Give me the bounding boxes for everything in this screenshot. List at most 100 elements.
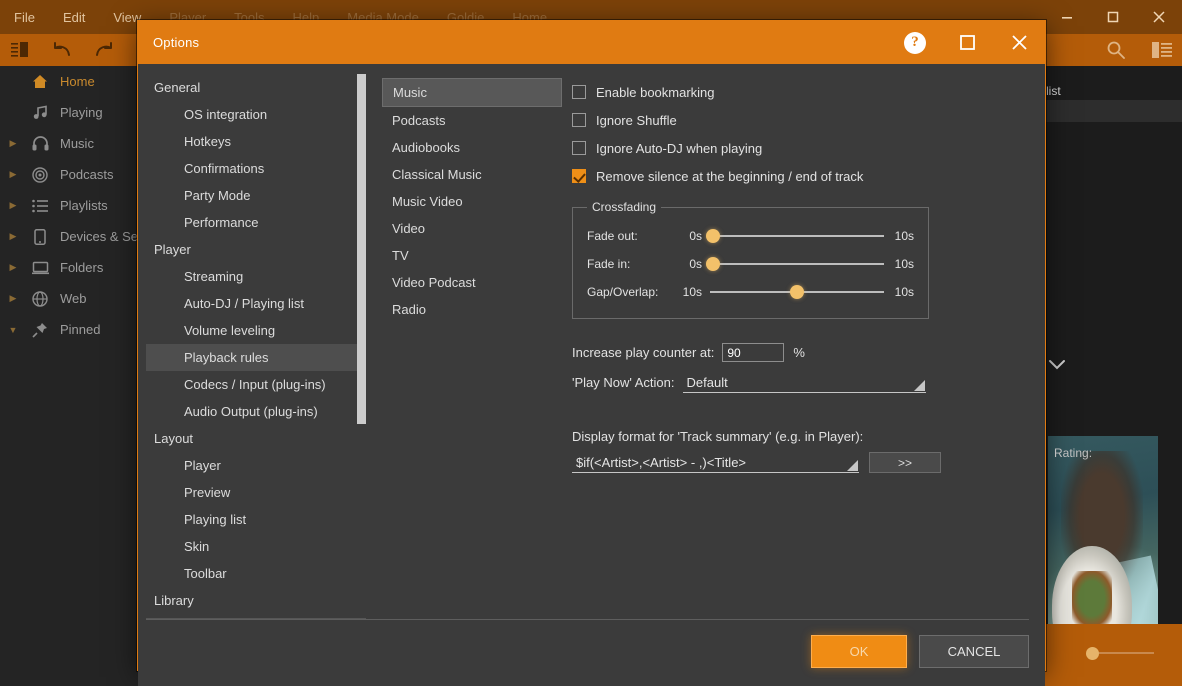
category-podcasts[interactable]: Podcasts (382, 107, 562, 134)
nav-scrollbar-thumb[interactable] (357, 74, 366, 424)
checkbox-label: Remove silence at the beginning / end of… (596, 169, 863, 184)
seek-track[interactable] (1098, 652, 1154, 654)
expand-arrow-icon[interactable]: ▶ (6, 262, 20, 273)
category-classical-music[interactable]: Classical Music (382, 161, 562, 188)
checkbox-enable-bookmarking[interactable]: Enable bookmarking (572, 78, 1037, 106)
category-music-video[interactable]: Music Video (382, 188, 562, 215)
footer-buttons: OK CANCEL (811, 635, 1029, 668)
nav-item-player[interactable]: Player (146, 236, 366, 263)
nav-item-layout[interactable]: Layout (146, 425, 366, 452)
nav-item-volume-leveling[interactable]: Volume leveling (146, 317, 366, 344)
slider-row-gap-overlap: Gap/Overlap: 10s 10s (587, 278, 914, 306)
minimize-button[interactable] (1044, 0, 1090, 34)
play-counter-input[interactable] (722, 343, 784, 362)
collapse-arrow-icon[interactable]: ▼ (6, 325, 20, 335)
checkbox-remove-silence[interactable]: Remove silence at the beginning / end of… (572, 162, 1037, 190)
nav-item-performance[interactable]: Performance (146, 209, 366, 236)
undo-icon[interactable] (52, 40, 72, 60)
nav-item-general[interactable]: General (146, 74, 366, 101)
nav-item-playing-list[interactable]: Playing list (146, 506, 366, 533)
nav-label: Performance (184, 215, 258, 230)
slider-thumb[interactable] (790, 285, 804, 299)
dialog-title: Options (138, 35, 199, 50)
help-button[interactable]: ? (893, 21, 937, 64)
menu-edit[interactable]: Edit (63, 10, 85, 25)
nav-scrollbar[interactable] (357, 74, 366, 619)
nav-item-streaming[interactable]: Streaming (146, 263, 366, 290)
category-radio[interactable]: Radio (382, 296, 562, 323)
redo-icon[interactable] (94, 40, 114, 60)
slider-max-label: 10s (884, 285, 914, 299)
expand-arrow-icon[interactable]: ▶ (6, 138, 20, 149)
close-button[interactable] (1136, 0, 1182, 34)
expand-arrow-icon[interactable]: ▶ (6, 200, 20, 211)
expand-arrow-icon[interactable]: ▶ (6, 231, 20, 242)
dialog-titlebar-controls: ? (893, 21, 1041, 64)
category-music[interactable]: Music (382, 78, 562, 107)
nav-item-audio-output[interactable]: Audio Output (plug-ins) (146, 398, 366, 425)
globe-icon (29, 289, 51, 309)
checkbox-box[interactable] (572, 85, 586, 99)
track-summary-row: $if(<Artist>,<Artist> - ,)<Title> >> (572, 452, 1037, 473)
nav-item-layout-player[interactable]: Player (146, 452, 366, 479)
media-type-list: Music Podcasts Audiobooks Classical Musi… (366, 74, 562, 619)
slider-thumb[interactable] (706, 229, 720, 243)
pin-icon (29, 320, 51, 340)
search-icon[interactable] (1106, 40, 1126, 60)
nav-item-os-integration[interactable]: OS integration (146, 101, 366, 128)
nav-label: Auto-DJ / Playing list (184, 296, 304, 311)
category-video[interactable]: Video (382, 215, 562, 242)
footer-divider (146, 619, 1029, 620)
checkbox-box[interactable] (572, 141, 586, 155)
maximize-button[interactable] (1090, 0, 1136, 34)
menu-file[interactable]: File (14, 10, 35, 25)
nav-item-party-mode[interactable]: Party Mode (146, 182, 366, 209)
chevron-down-icon[interactable] (847, 460, 858, 471)
track-summary-browse-button[interactable]: >> (869, 452, 941, 473)
sidebar-item-label: Music (60, 136, 94, 151)
list-row[interactable] (1040, 100, 1182, 122)
chevron-down-icon[interactable] (914, 380, 925, 391)
nav-item-hotkeys[interactable]: Hotkeys (146, 128, 366, 155)
checkbox-box[interactable] (572, 113, 586, 127)
nav-item-toolbar[interactable]: Toolbar (146, 560, 366, 587)
list-label: list (1046, 84, 1061, 98)
track-summary-field[interactable]: $if(<Artist>,<Artist> - ,)<Title> (572, 452, 859, 473)
fade-in-slider[interactable] (710, 254, 884, 274)
category-tv[interactable]: TV (382, 242, 562, 269)
slider-row-fade-in: Fade in: 0s 10s (587, 250, 914, 278)
gap-overlap-slider[interactable] (710, 282, 884, 302)
nav-item-skin[interactable]: Skin (146, 533, 366, 560)
nav-item-library[interactable]: Library (146, 587, 366, 614)
nav-item-preview[interactable]: Preview (146, 479, 366, 506)
checkbox-box[interactable] (572, 169, 586, 183)
ok-button[interactable]: OK (811, 635, 907, 668)
category-video-podcast[interactable]: Video Podcast (382, 269, 562, 296)
nav-item-playback-rules[interactable]: Playback rules (146, 344, 366, 371)
category-label: Video (392, 221, 425, 236)
panel-toggle-icon[interactable] (10, 40, 30, 60)
fade-out-slider[interactable] (710, 226, 884, 246)
expand-arrow-icon[interactable]: ▶ (6, 293, 20, 304)
percent-symbol: % (793, 345, 805, 360)
expand-arrow-icon[interactable]: ▶ (6, 169, 20, 180)
nav-item-codecs-input[interactable]: Codecs / Input (plug-ins) (146, 371, 366, 398)
play-now-action-combobox[interactable]: Default (683, 372, 926, 393)
dialog-close-button[interactable] (997, 21, 1041, 64)
dialog-maximize-button[interactable] (945, 21, 989, 64)
chevron-down-icon[interactable] (1048, 358, 1068, 376)
track-summary-value: $if(<Artist>,<Artist> - ,)<Title> (576, 455, 746, 470)
options-dialog: Options ? General OS integration Hotkeys… (137, 20, 1046, 671)
cancel-button[interactable]: CANCEL (919, 635, 1029, 668)
checkbox-ignore-shuffle[interactable]: Ignore Shuffle (572, 106, 1037, 134)
nav-item-confirmations[interactable]: Confirmations (146, 155, 366, 182)
play-counter-row: Increase play counter at: % (572, 343, 1037, 362)
slider-thumb[interactable] (706, 257, 720, 271)
seek-thumb[interactable] (1086, 647, 1099, 660)
category-audiobooks[interactable]: Audiobooks (382, 134, 562, 161)
slider-label: Gap/Overlap: (587, 285, 682, 299)
sidebar-item-label: Pinned (60, 322, 100, 337)
nav-item-auto-dj-playing-list[interactable]: Auto-DJ / Playing list (146, 290, 366, 317)
checkbox-ignore-autodj-when-playing[interactable]: Ignore Auto-DJ when playing (572, 134, 1037, 162)
layout-icon[interactable] (1152, 40, 1172, 60)
